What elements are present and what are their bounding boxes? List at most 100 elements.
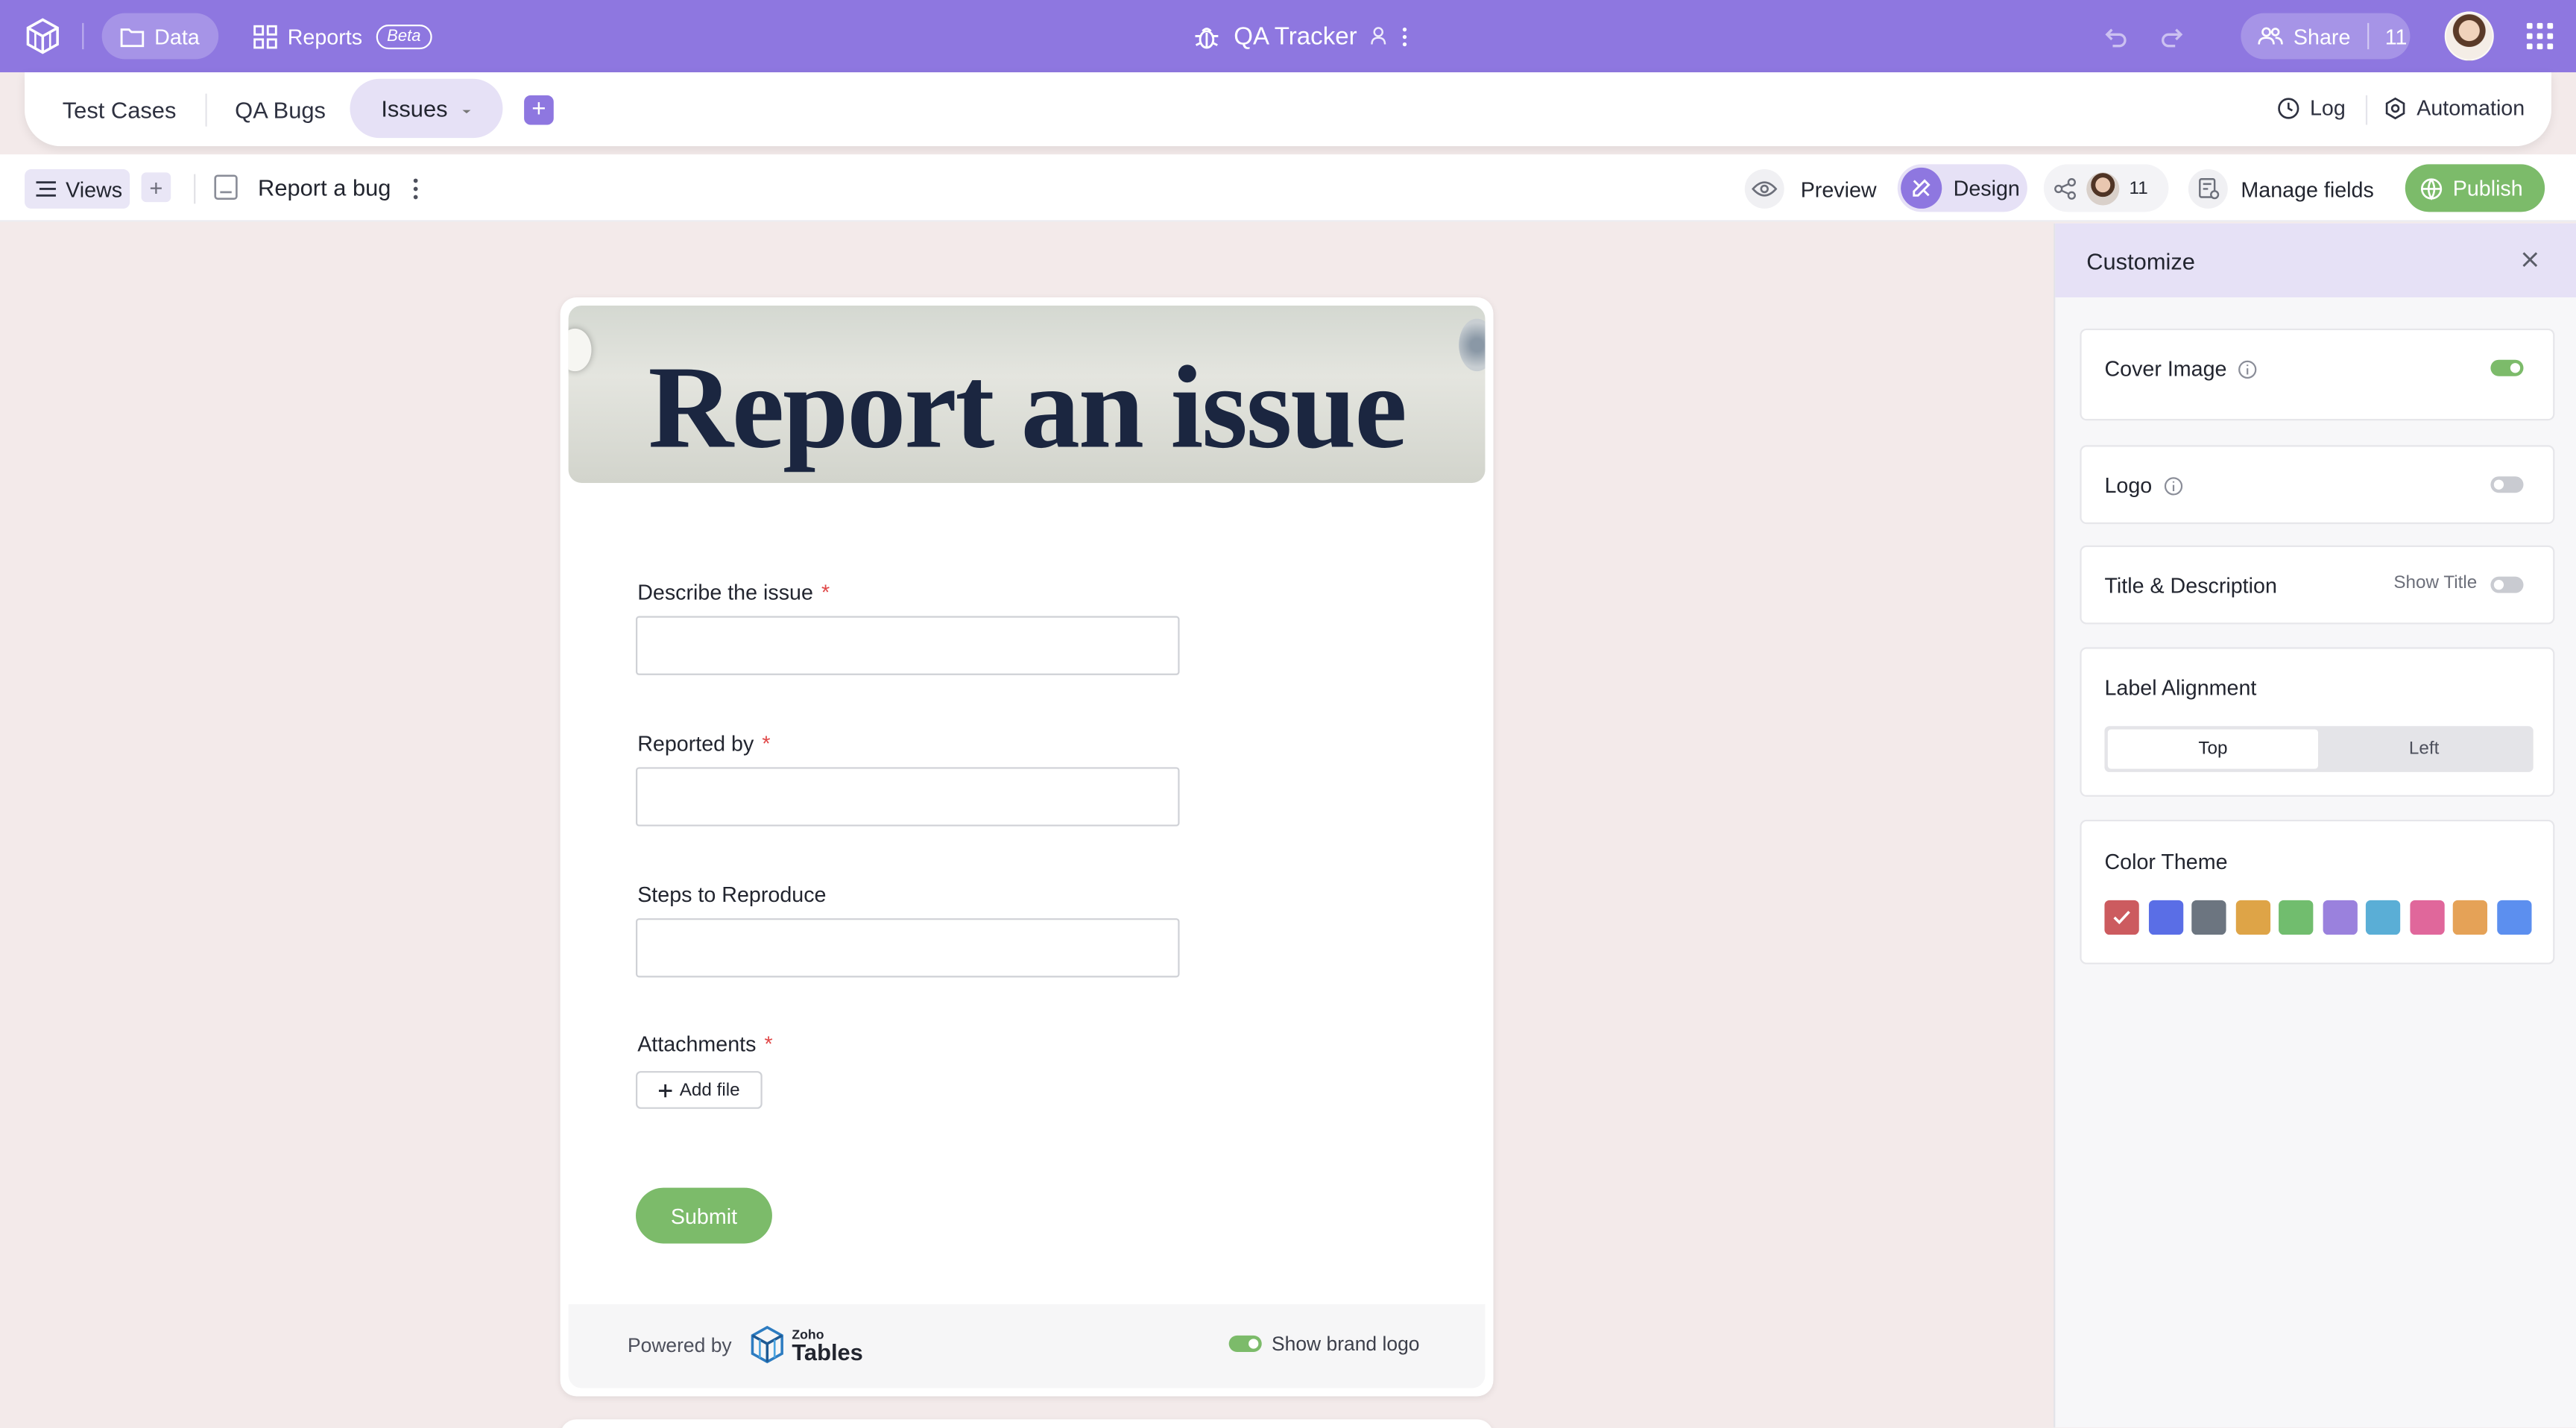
design-label: Design: [1953, 175, 2020, 200]
color-swatch[interactable]: [2409, 900, 2444, 935]
collaborator-count: 11: [2129, 178, 2148, 198]
add-file-button[interactable]: Add file: [635, 1071, 763, 1109]
user-lock-icon[interactable]: [1370, 26, 1388, 45]
color-swatch[interactable]: [2147, 900, 2183, 935]
reports-tab-button[interactable]: Reports Beta: [253, 13, 432, 60]
logo-label: Logo: [2104, 473, 2153, 498]
share-button[interactable]: Share 11: [2241, 13, 2411, 60]
divider: [2367, 22, 2369, 50]
eye-icon: [1744, 169, 1784, 209]
tab-issues-label: Issues: [381, 95, 448, 122]
views-button[interactable]: Views: [25, 169, 130, 209]
menu-lines-icon: [36, 181, 56, 197]
field-label-describe-issue: Describe the issue *: [637, 580, 830, 604]
customize-panel-header: Customize: [2055, 223, 2576, 297]
info-icon[interactable]: [2238, 359, 2258, 379]
view-more-icon[interactable]: [408, 174, 424, 204]
color-swatch[interactable]: [2365, 900, 2401, 935]
globe-icon: [2420, 177, 2443, 200]
field-label-text: Steps to Reproduce: [637, 882, 827, 907]
show-brand-logo-toggle-row[interactable]: Show brand logo: [1228, 1332, 1420, 1356]
show-brand-logo-toggle[interactable]: [1228, 1335, 1262, 1352]
automation-button[interactable]: Automation: [2384, 95, 2525, 120]
user-avatar[interactable]: [2444, 11, 2494, 61]
reported-by-input[interactable]: [635, 767, 1180, 827]
caret-down-icon[interactable]: [461, 102, 474, 116]
color-swatch[interactable]: [2452, 900, 2488, 935]
powered-by-text: Powered by: [627, 1333, 732, 1357]
views-label: Views: [66, 176, 123, 202]
color-swatch[interactable]: [2322, 900, 2357, 935]
share-network-icon: [2054, 177, 2076, 199]
cover-image[interactable]: Report an issue: [568, 305, 1486, 484]
color-swatch[interactable]: [2496, 900, 2531, 935]
divider: [205, 93, 207, 127]
redo-icon[interactable]: [2159, 22, 2188, 51]
color-swatch[interactable]: [2191, 900, 2226, 935]
preview-button[interactable]: Preview: [1744, 166, 1877, 212]
table-tab-bar: Test Cases QA Bugs Issues + Log Automati…: [25, 72, 2551, 147]
form-footer: Powered by Zoho Tables Show brand logo: [568, 1304, 1486, 1388]
cover-image-label-row: Cover Image: [2104, 356, 2258, 381]
divider: [2365, 95, 2368, 125]
describe-issue-input[interactable]: [635, 616, 1180, 675]
zoho-tables-logo-icon[interactable]: [23, 16, 63, 56]
app-title-area[interactable]: QA Tracker: [1193, 15, 1408, 57]
automation-gear-icon: [2385, 96, 2405, 119]
required-marker: *: [821, 580, 830, 605]
title-description-setting: Title & Description Show Title: [2080, 545, 2555, 625]
field-label-attachments: Attachments *: [637, 1031, 772, 1056]
plus-icon: [658, 1083, 672, 1097]
share-label: Share: [2293, 23, 2351, 49]
data-tab-label: Data: [154, 23, 200, 49]
color-swatch-list: [2104, 900, 2531, 935]
add-table-button[interactable]: +: [524, 95, 554, 125]
color-theme-setting: Color Theme: [2080, 819, 2555, 964]
submit-button[interactable]: Submit: [635, 1187, 772, 1244]
collaborators-button[interactable]: 11: [2043, 164, 2169, 212]
form-view-icon: [214, 174, 238, 200]
cover-image-toggle[interactable]: [2490, 359, 2524, 376]
show-brand-logo-label: Show brand logo: [1271, 1332, 1420, 1356]
close-icon[interactable]: [2519, 248, 2542, 271]
color-swatch[interactable]: [2235, 900, 2270, 935]
customize-title: Customize: [2086, 247, 2195, 275]
info-icon[interactable]: [2164, 476, 2183, 495]
more-vertical-icon[interactable]: [1401, 25, 1408, 47]
design-button[interactable]: Design: [1897, 164, 2027, 212]
steps-to-reproduce-input[interactable]: [635, 918, 1180, 978]
tab-issues[interactable]: Issues: [350, 78, 503, 139]
customize-panel: Customize Cover Image Logo Title & Descr…: [2053, 223, 2576, 1428]
logo-toggle[interactable]: [2490, 476, 2524, 493]
logo-setting: Logo: [2080, 445, 2555, 525]
color-swatch[interactable]: [2279, 900, 2314, 935]
form-canvas: Report an issue Describe the issue * Repo…: [0, 223, 2054, 1428]
folder-icon: [120, 28, 145, 47]
alignment-option-left[interactable]: Left: [2318, 730, 2530, 769]
color-swatch[interactable]: [2104, 900, 2139, 935]
add-view-button[interactable]: +: [141, 172, 171, 203]
logo-label-row: Logo: [2104, 473, 2183, 498]
beta-badge: Beta: [375, 23, 432, 49]
clock-icon: [2278, 97, 2299, 119]
tab-qa-bugs[interactable]: QA Bugs: [235, 89, 326, 131]
alignment-option-top[interactable]: Top: [2107, 729, 2318, 769]
automation-label: Automation: [2416, 95, 2525, 120]
data-tab-button[interactable]: Data: [101, 13, 219, 60]
form-card: Report an issue Describe the issue * Repo…: [560, 297, 1494, 1397]
manage-fields-button[interactable]: Manage fields: [2188, 166, 2374, 212]
undo-icon[interactable]: [2100, 22, 2130, 51]
view-name[interactable]: Report a bug: [258, 174, 391, 200]
next-section-card: [560, 1419, 1494, 1428]
app-launcher-icon[interactable]: [2525, 22, 2555, 51]
publish-button[interactable]: Publish: [2405, 164, 2545, 212]
collaborator-avatar: [2086, 171, 2120, 205]
manage-fields-icon: [2188, 169, 2228, 209]
cover-image-label: Cover Image: [2104, 356, 2227, 382]
field-label-text: Reported by: [637, 730, 754, 756]
tab-test-cases[interactable]: Test Cases: [63, 89, 177, 131]
color-theme-label: Color Theme: [2104, 849, 2228, 874]
show-title-toggle[interactable]: [2490, 576, 2524, 593]
log-button[interactable]: Log: [2277, 95, 2346, 120]
views-toolbar: Views + Report a bug Preview Design 11 M…: [0, 154, 2576, 222]
